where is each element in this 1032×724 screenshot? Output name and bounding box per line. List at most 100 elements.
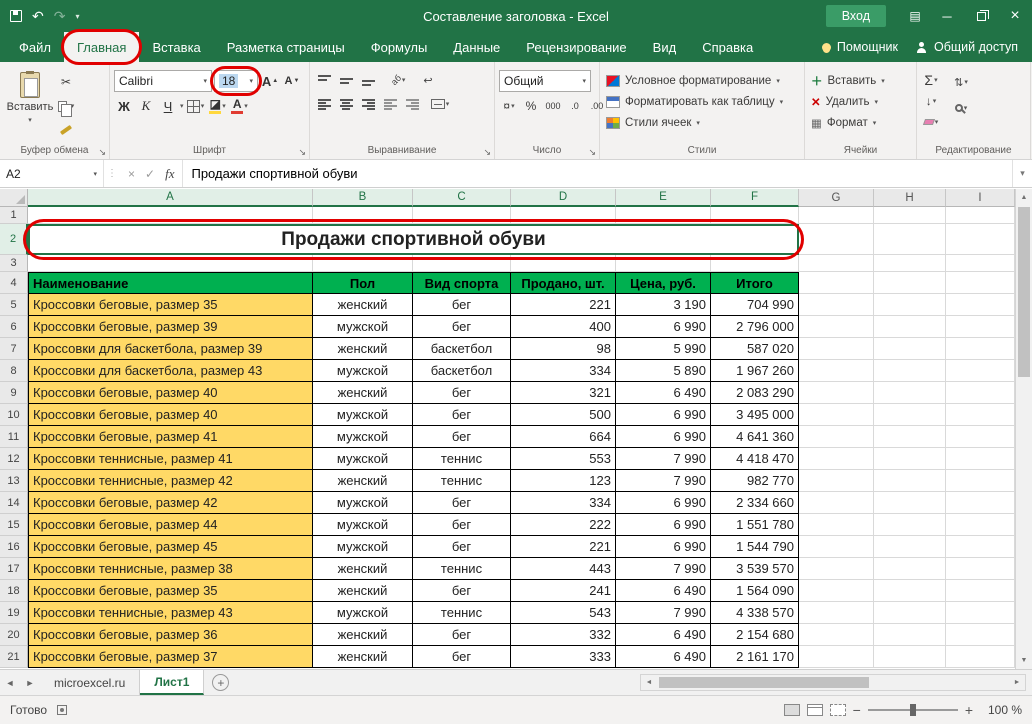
cell-B10[interactable]: мужской	[313, 404, 413, 426]
align-right-button[interactable]	[358, 94, 378, 114]
cell-A17[interactable]: Кроссовки теннисные, размер 38	[28, 558, 313, 580]
cell-G1[interactable]	[799, 207, 874, 224]
undo-button[interactable]: ↶	[32, 9, 44, 23]
cell-D1[interactable]	[511, 207, 616, 224]
cell-F15[interactable]: 1 551 780	[711, 514, 799, 536]
formula-bar-handle[interactable]: ⋮	[104, 160, 120, 187]
vertical-scrollbar[interactable]: ▲ ▼	[1015, 189, 1032, 669]
cell-I9[interactable]	[946, 382, 1015, 404]
cell-D13[interactable]: 123	[511, 470, 616, 492]
cell-I17[interactable]	[946, 558, 1015, 580]
tab-Вставка[interactable]: Вставка	[139, 32, 213, 62]
cell-F12[interactable]: 4 418 470	[711, 448, 799, 470]
row-header-4[interactable]: 4	[0, 272, 28, 294]
cell-I4[interactable]	[946, 272, 1015, 294]
cell-H21[interactable]	[874, 646, 946, 668]
row-header-19[interactable]: 19	[0, 602, 28, 624]
cell-A5[interactable]: Кроссовки беговые, размер 35	[28, 294, 313, 316]
cell-A20[interactable]: Кроссовки беговые, размер 36	[28, 624, 313, 646]
tab-Справка[interactable]: Справка	[689, 32, 766, 62]
cell-D5[interactable]: 221	[511, 294, 616, 316]
page-layout-view-button[interactable]	[807, 704, 823, 716]
tab-Рецензирование[interactable]: Рецензирование	[513, 32, 639, 62]
cell-D20[interactable]: 332	[511, 624, 616, 646]
cell-E13[interactable]: 7 990	[616, 470, 711, 492]
sheet-nav-right[interactable]: ►	[20, 670, 40, 695]
cell-B21[interactable]: женский	[313, 646, 413, 668]
cell-D8[interactable]: 334	[511, 360, 616, 382]
customize-qat-button[interactable]: ▾	[75, 12, 79, 21]
cell-E7[interactable]: 5 990	[616, 338, 711, 360]
cell-I2[interactable]	[946, 224, 1015, 255]
cell-B4[interactable]: Пол	[313, 272, 413, 294]
cell-A8[interactable]: Кроссовки для баскетбола, размер 43	[28, 360, 313, 382]
conditional-formatting-button[interactable]: Условное форматирование▾	[604, 70, 800, 91]
row-header-8[interactable]: 8	[0, 360, 28, 382]
cell-E8[interactable]: 5 890	[616, 360, 711, 382]
cell-I6[interactable]	[946, 316, 1015, 338]
orientation-button[interactable]: аб▾	[388, 70, 408, 90]
cell-C12[interactable]: теннис	[413, 448, 511, 470]
cell-G18[interactable]	[799, 580, 874, 602]
cell-C20[interactable]: бег	[413, 624, 511, 646]
minimize-button[interactable]: ─	[930, 0, 964, 32]
cell-I13[interactable]	[946, 470, 1015, 492]
column-header-B[interactable]: B	[313, 189, 413, 207]
zoom-slider-thumb[interactable]	[910, 704, 916, 716]
increase-decimal-button[interactable]: .0	[565, 96, 585, 116]
cell-H20[interactable]	[874, 624, 946, 646]
row-header-16[interactable]: 16	[0, 536, 28, 558]
cell-A13[interactable]: Кроссовки теннисные, размер 42	[28, 470, 313, 492]
underline-dropdown[interactable]: ▾	[180, 102, 184, 110]
cell-I7[interactable]	[946, 338, 1015, 360]
cell-H4[interactable]	[874, 272, 946, 294]
row-header-12[interactable]: 12	[0, 448, 28, 470]
column-header-C[interactable]: C	[413, 189, 511, 207]
row-header-14[interactable]: 14	[0, 492, 28, 514]
row-header-18[interactable]: 18	[0, 580, 28, 602]
font-size-combo[interactable]: 18▾	[214, 70, 258, 92]
cell-D3[interactable]	[511, 255, 616, 272]
cell-C17[interactable]: теннис	[413, 558, 511, 580]
share-button[interactable]: Общий доступ	[916, 40, 1018, 54]
normal-view-button[interactable]	[784, 704, 800, 716]
expand-formula-bar-button[interactable]: ▾	[1012, 160, 1032, 187]
column-header-D[interactable]: D	[511, 189, 616, 207]
cell-E10[interactable]: 6 990	[616, 404, 711, 426]
cell-F18[interactable]: 1 564 090	[711, 580, 799, 602]
cell-H19[interactable]	[874, 602, 946, 624]
cell-D19[interactable]: 543	[511, 602, 616, 624]
cell-H18[interactable]	[874, 580, 946, 602]
cell-I12[interactable]	[946, 448, 1015, 470]
cell-C11[interactable]: бег	[413, 426, 511, 448]
accounting-format-button[interactable]: ¤▾	[499, 96, 519, 116]
cell-D10[interactable]: 500	[511, 404, 616, 426]
cell-E18[interactable]: 6 490	[616, 580, 711, 602]
cell-E11[interactable]: 6 990	[616, 426, 711, 448]
restore-button[interactable]	[964, 0, 998, 32]
page-break-view-button[interactable]	[830, 704, 846, 716]
find-select-button[interactable]: ▾	[951, 98, 971, 118]
cell-I3[interactable]	[946, 255, 1015, 272]
new-sheet-button[interactable]: +	[212, 674, 229, 691]
cell-H10[interactable]	[874, 404, 946, 426]
row-header-2[interactable]: 2	[0, 224, 28, 255]
align-bottom-button[interactable]	[358, 70, 378, 90]
cell-E21[interactable]: 6 490	[616, 646, 711, 668]
align-top-button[interactable]	[314, 70, 334, 90]
cell-B11[interactable]: мужской	[313, 426, 413, 448]
cell-B8[interactable]: мужской	[313, 360, 413, 382]
cell-D12[interactable]: 553	[511, 448, 616, 470]
cell-H1[interactable]	[874, 207, 946, 224]
borders-button[interactable]: ▾	[186, 96, 206, 116]
cell-C3[interactable]	[413, 255, 511, 272]
cell-B5[interactable]: женский	[313, 294, 413, 316]
cell-F5[interactable]: 704 990	[711, 294, 799, 316]
sign-in-button[interactable]: Вход	[826, 5, 886, 27]
cell-C5[interactable]: бег	[413, 294, 511, 316]
cell-H14[interactable]	[874, 492, 946, 514]
number-dialog-launcher[interactable]: ↘	[588, 148, 596, 157]
cell-G12[interactable]	[799, 448, 874, 470]
cell-G21[interactable]	[799, 646, 874, 668]
tab-Формулы[interactable]: Формулы	[358, 32, 441, 62]
